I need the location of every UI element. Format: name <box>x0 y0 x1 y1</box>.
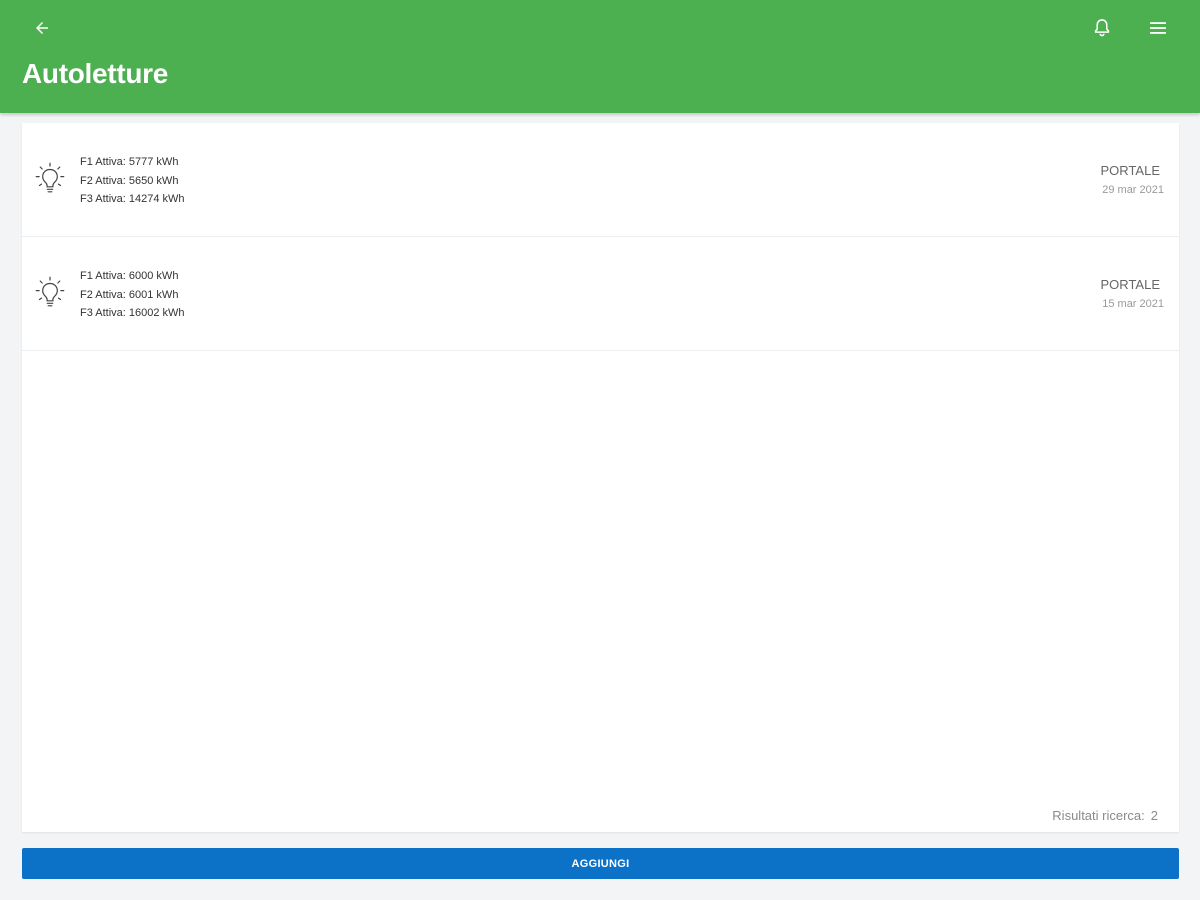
reading-source: PORTALE <box>1100 163 1160 178</box>
results-count: Risultati ricerca: 2 <box>1052 808 1158 823</box>
hamburger-menu-icon <box>1150 22 1166 34</box>
f1-reading: F1 Attiva: 5777 kWh <box>80 156 179 168</box>
bell-icon <box>1094 19 1110 37</box>
back-button[interactable] <box>22 8 62 48</box>
reading-date: 29 mar 2021 <box>1102 184 1164 196</box>
notifications-button[interactable] <box>1082 8 1122 48</box>
reading-date: 15 mar 2021 <box>1102 298 1164 310</box>
reading-values: F1 Attiva: 6000 kWh F2 Attiva: 6001 kWh … <box>80 267 185 323</box>
results-label: Risultati ricerca: <box>1052 808 1145 823</box>
arrow-back-icon <box>36 22 48 34</box>
reading-source: PORTALE <box>1100 277 1160 292</box>
f1-reading: F1 Attiva: 6000 kWh <box>80 270 179 282</box>
reading-item[interactable]: F1 Attiva: 6000 kWh F2 Attiva: 6001 kWh … <box>22 237 1179 351</box>
menu-button[interactable] <box>1138 8 1178 48</box>
lightbulb-icon <box>35 162 65 193</box>
f2-reading: F2 Attiva: 6001 kWh <box>80 288 179 301</box>
reading-values: F1 Attiva: 5777 kWh F2 Attiva: 5650 kWh … <box>80 153 185 209</box>
page-title: Autoletture <box>22 58 169 89</box>
f3-reading: F3 Attiva: 14274 kWh <box>80 193 185 205</box>
results-number: 2 <box>1150 808 1158 823</box>
app-bar: Autoletture <box>0 0 1200 113</box>
reading-item[interactable]: F1 Attiva: 5777 kWh F2 Attiva: 5650 kWh … <box>22 123 1179 237</box>
f2-reading: F2 Attiva: 5650 kWh <box>80 174 179 187</box>
lightbulb-icon <box>35 276 65 307</box>
add-button[interactable]: AGGIUNGI <box>22 848 1179 879</box>
readings-list: F1 Attiva: 5777 kWh F2 Attiva: 5650 kWh … <box>22 123 1179 832</box>
f3-reading: F3 Attiva: 16002 kWh <box>80 307 185 319</box>
